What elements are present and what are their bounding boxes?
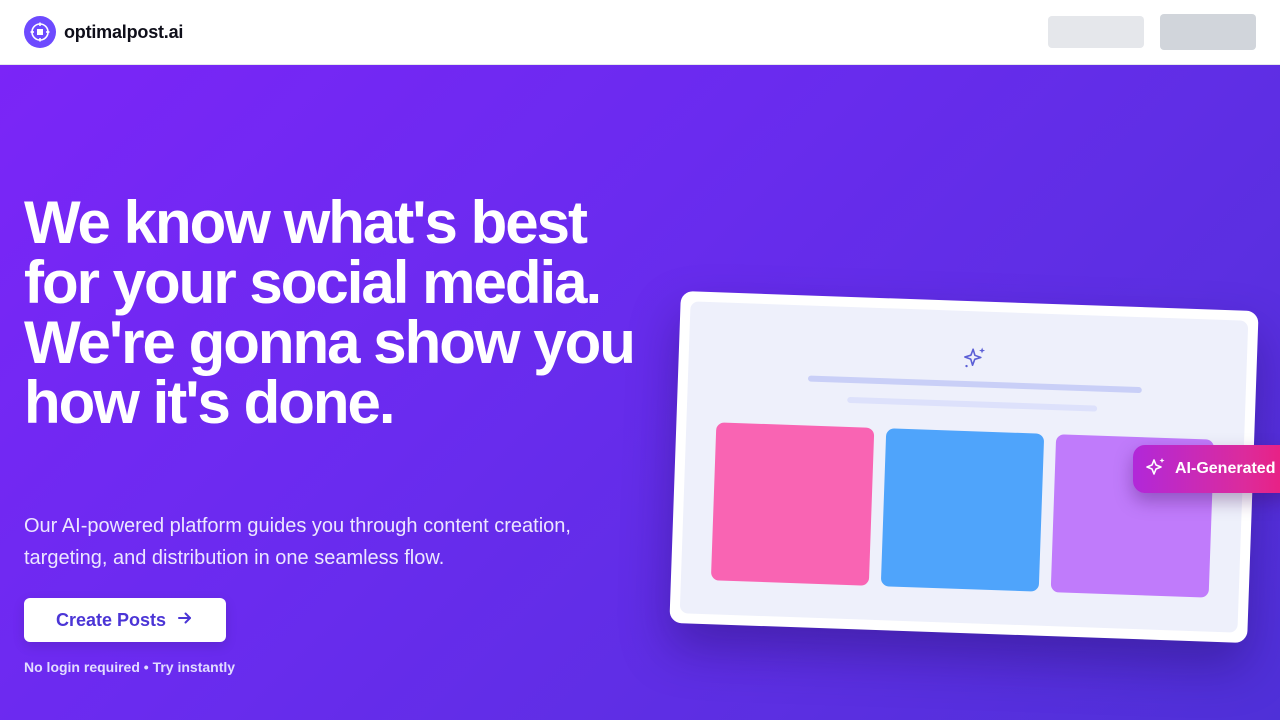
- logo-icon: [24, 16, 56, 48]
- hero-section: We know what's best for your social medi…: [0, 65, 1280, 720]
- hero-subtitle: Our AI-powered platform guides you throu…: [24, 515, 571, 569]
- brand-name: optimalpost.ai: [64, 21, 184, 42]
- nav-button-placeholder-secondary[interactable]: [1160, 14, 1256, 50]
- create-posts-label: Create Posts: [55, 609, 167, 630]
- post-tile-pink: [710, 422, 875, 586]
- arrow-right-icon: [176, 609, 194, 632]
- sparkle-icon: [961, 345, 988, 377]
- ai-generated-label: AI-Generated: [1175, 460, 1276, 477]
- ai-generated-badge: AI-Generated: [1133, 445, 1280, 493]
- post-tile-blue: [880, 428, 1045, 592]
- brand[interactable]: optimalpost.ai: [24, 16, 183, 48]
- headline-placeholder: [807, 375, 1142, 394]
- hero-title: We know what's best for your social medi…: [24, 189, 636, 436]
- nav-actions: [1048, 14, 1256, 50]
- no-login-note: No login required • Try instantly: [24, 659, 236, 675]
- create-posts-button[interactable]: Create Posts: [24, 598, 226, 642]
- subline-placeholder: [847, 396, 1098, 412]
- nav-button-placeholder[interactable]: [1048, 16, 1144, 48]
- top-navbar: optimalpost.ai: [0, 0, 1280, 65]
- sparkle-icon: [1145, 456, 1167, 483]
